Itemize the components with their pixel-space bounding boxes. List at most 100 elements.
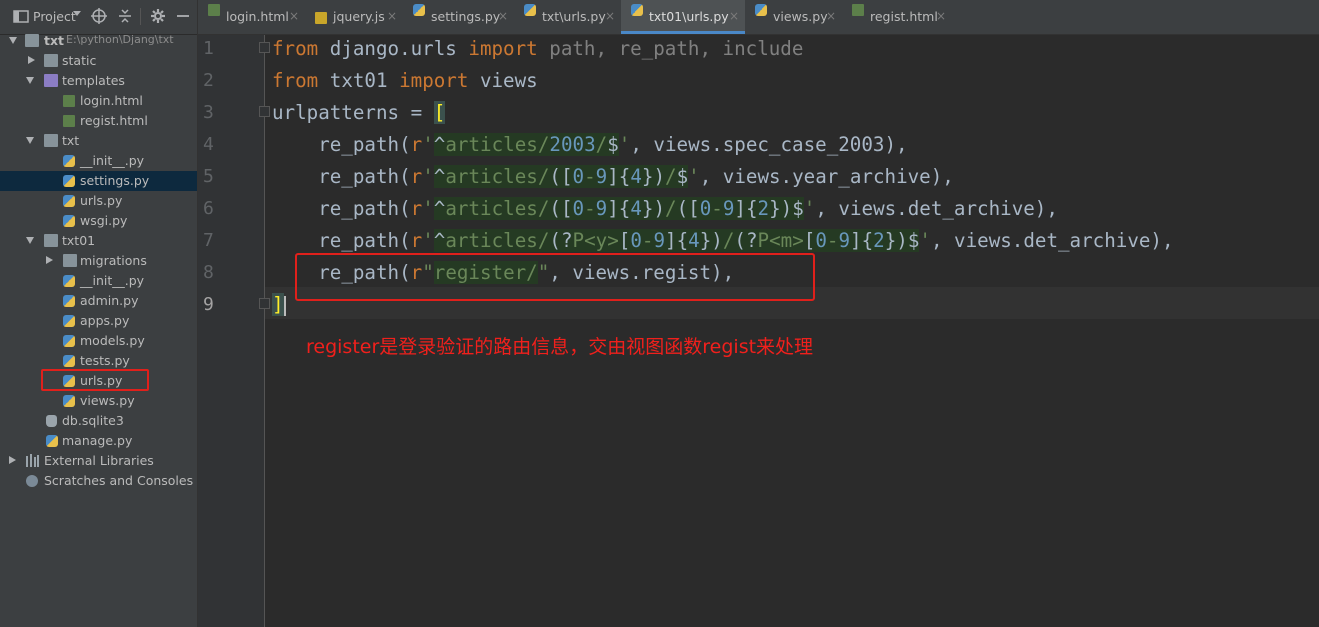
html-file-icon [63, 115, 75, 127]
close-icon[interactable]: × [936, 9, 946, 23]
tree-item-label: views.py [80, 393, 135, 408]
tree-item-label: login.html [80, 93, 143, 108]
close-icon[interactable]: × [605, 9, 615, 23]
tree-item-txt01-init[interactable]: __init__.py [0, 271, 197, 291]
tree-item-views-py[interactable]: views.py [0, 391, 197, 411]
fold-icon[interactable] [259, 42, 270, 53]
locate-icon[interactable] [91, 8, 107, 24]
folder-icon [25, 34, 39, 47]
minimize-icon[interactable] [175, 8, 191, 24]
close-icon[interactable]: × [826, 9, 836, 23]
database-file-icon [46, 415, 57, 427]
tree-item-label: Scratches and Consoles [44, 473, 194, 488]
chevron-down-icon[interactable] [26, 77, 34, 84]
tab-jquery-js[interactable]: jquery.js × [305, 0, 403, 34]
chevron-right-icon[interactable] [46, 256, 53, 264]
tree-item-tests-py[interactable]: tests.py [0, 351, 197, 371]
project-view-icon[interactable] [13, 8, 29, 24]
tree-item-manage-py[interactable]: manage.py [0, 431, 197, 451]
tree-item-label: regist.html [80, 113, 148, 128]
folder-icon [44, 134, 58, 147]
code-text: re_path(r'^articles/([0-9]{4})/$', views… [272, 165, 954, 188]
tree-item-label: db.sqlite3 [62, 413, 124, 428]
tree-item-settings-py[interactable]: settings.py [0, 171, 197, 191]
line-number: 7 [203, 230, 214, 251]
python-file-icon [63, 175, 75, 187]
header-divider [140, 8, 141, 25]
tree-item-label: templates [62, 73, 125, 88]
tree-item-regist-html[interactable]: regist.html [0, 111, 197, 131]
tree-item-migrations[interactable]: migrations [0, 251, 197, 271]
chevron-right-icon[interactable] [9, 456, 16, 464]
tree-item-txt-urls[interactable]: urls.py [0, 191, 197, 211]
code-editor[interactable]: 1 2 3 4 5 6 7 8 9 from django.urls impor… [198, 35, 1319, 627]
tree-item-db-sqlite3[interactable]: db.sqlite3 [0, 411, 197, 431]
tree-item-label: static [62, 53, 97, 68]
tree-item-login-html[interactable]: login.html [0, 91, 197, 111]
close-icon[interactable]: × [498, 9, 508, 23]
line-number: 3 [203, 102, 214, 123]
open-bracket: [ [433, 101, 446, 124]
annotation-text: register是登录验证的路由信息，交由视图函数regist来处理 [306, 336, 814, 358]
code-line-2: from txt01 import views [272, 69, 538, 92]
chevron-right-icon[interactable] [28, 56, 35, 64]
tab-txt-urls-py[interactable]: txt\urls.py × [514, 0, 621, 34]
gear-icon[interactable] [150, 8, 166, 24]
tab-label: settings.py [431, 9, 501, 24]
tree-item-external-libraries[interactable]: External Libraries [0, 451, 197, 471]
code-text: re_path(r'^articles/(?P<y>[0-9]{4})/(?P<… [272, 229, 1174, 252]
chevron-down-icon[interactable] [26, 237, 34, 244]
chevron-down-icon[interactable] [9, 37, 17, 44]
tree-item-static[interactable]: static [0, 51, 197, 71]
html-file-icon [208, 4, 220, 16]
fold-icon[interactable] [259, 106, 270, 117]
chevron-down-icon[interactable] [73, 11, 81, 16]
tree-item-label: tests.py [80, 353, 130, 368]
project-path-hint: E:\python\Djang\txt [66, 33, 174, 46]
tree-item-root[interactable]: txt E:\python\Djang\txt [0, 31, 197, 51]
tab-txt01-urls-py[interactable]: txt01\urls.py × [621, 0, 745, 34]
python-file-icon [63, 215, 75, 227]
tab-regist-html[interactable]: regist.html × [842, 0, 952, 34]
line-number: 1 [203, 38, 214, 59]
tree-item-admin-py[interactable]: admin.py [0, 291, 197, 311]
collapse-all-icon[interactable] [117, 8, 133, 24]
close-icon[interactable]: × [729, 9, 739, 23]
tree-item-scratches[interactable]: Scratches and Consoles [0, 471, 197, 491]
python-file-icon [63, 275, 75, 287]
tree-item-wsgi-py[interactable]: wsgi.py [0, 211, 197, 231]
line-number: 2 [203, 70, 214, 91]
tree-item-label: settings.py [80, 173, 150, 188]
tree-item-label: External Libraries [44, 453, 154, 468]
tree-item-label: __init__.py [80, 273, 145, 288]
project-view-dropdown[interactable]: Project [33, 9, 76, 24]
tab-label: txt01\urls.py [649, 9, 729, 24]
python-file-icon [63, 315, 75, 327]
tree-item-label: admin.py [80, 293, 139, 308]
tree-item-txt-package[interactable]: txt [0, 131, 197, 151]
line-number: 8 [203, 262, 214, 283]
python-file-icon [631, 4, 643, 16]
tree-item-apps-py[interactable]: apps.py [0, 311, 197, 331]
chevron-down-icon[interactable] [26, 137, 34, 144]
tree-item-label: txt01 [62, 233, 96, 248]
tree-item-models-py[interactable]: models.py [0, 331, 197, 351]
tab-login-html[interactable]: login.html × [198, 0, 305, 34]
tree-item-templates[interactable]: templates [0, 71, 197, 91]
library-icon [26, 454, 40, 467]
line-number: 6 [203, 198, 214, 219]
tree-item-txt-init[interactable]: __init__.py [0, 151, 197, 171]
tab-label: jquery.js [333, 9, 385, 24]
tab-views-py[interactable]: views.py × [745, 0, 842, 34]
keyword-import: import [399, 69, 469, 92]
scratches-icon [26, 475, 38, 487]
close-icon[interactable]: × [289, 9, 299, 23]
python-file-icon [63, 155, 75, 167]
tab-settings-py[interactable]: settings.py × [403, 0, 514, 34]
tab-label: regist.html [870, 9, 938, 24]
fold-icon[interactable] [259, 298, 270, 309]
python-file-icon [46, 435, 58, 447]
tree-item-txt01[interactable]: txt01 [0, 231, 197, 251]
keyword-from: from [272, 69, 319, 92]
close-icon[interactable]: × [387, 9, 397, 23]
